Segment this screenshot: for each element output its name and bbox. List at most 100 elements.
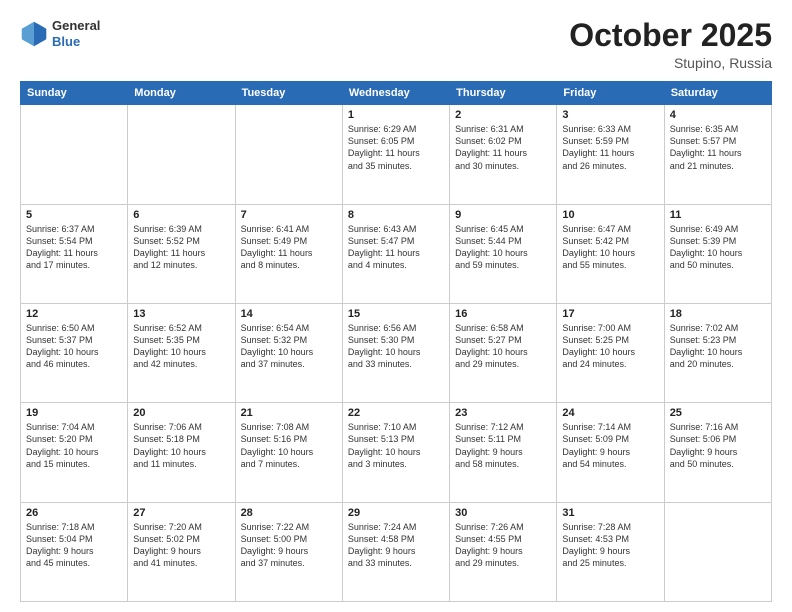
calendar-cell: 8 Sunrise: 6:43 AMSunset: 5:47 PMDaylight… (342, 204, 449, 303)
logo-text: General Blue (52, 18, 100, 49)
col-header-sunday: Sunday (21, 82, 128, 105)
cell-content: Sunrise: 6:50 AMSunset: 5:37 PMDaylight:… (26, 322, 122, 371)
day-number: 13 (133, 308, 229, 320)
calendar-cell: 19 Sunrise: 7:04 AMSunset: 5:20 PMDayligh… (21, 403, 128, 502)
cell-content: Sunrise: 7:22 AMSunset: 5:00 PMDaylight:… (241, 521, 337, 570)
calendar-cell: 23 Sunrise: 7:12 AMSunset: 5:11 PMDayligh… (450, 403, 557, 502)
cell-content: Sunrise: 6:39 AMSunset: 5:52 PMDaylight:… (133, 223, 229, 272)
day-number: 28 (241, 507, 337, 519)
cell-content: Sunrise: 6:41 AMSunset: 5:49 PMDaylight:… (241, 223, 337, 272)
calendar-week-row: 12 Sunrise: 6:50 AMSunset: 5:37 PMDayligh… (21, 303, 772, 402)
calendar-cell: 31 Sunrise: 7:28 AMSunset: 4:53 PMDayligh… (557, 502, 664, 601)
header: General Blue October 2025 Stupino, Russi… (20, 18, 772, 71)
cell-content: Sunrise: 7:14 AMSunset: 5:09 PMDaylight:… (562, 421, 658, 470)
cell-content: Sunrise: 7:26 AMSunset: 4:55 PMDaylight:… (455, 521, 551, 570)
calendar-cell: 24 Sunrise: 7:14 AMSunset: 5:09 PMDayligh… (557, 403, 664, 502)
cell-content: Sunrise: 7:10 AMSunset: 5:13 PMDaylight:… (348, 421, 444, 470)
day-number: 10 (562, 209, 658, 221)
calendar-week-row: 26 Sunrise: 7:18 AMSunset: 5:04 PMDayligh… (21, 502, 772, 601)
cell-content: Sunrise: 7:00 AMSunset: 5:25 PMDaylight:… (562, 322, 658, 371)
cell-content: Sunrise: 6:58 AMSunset: 5:27 PMDaylight:… (455, 322, 551, 371)
calendar-cell: 2 Sunrise: 6:31 AMSunset: 6:02 PMDaylight… (450, 105, 557, 204)
title-block: October 2025 Stupino, Russia (569, 18, 772, 71)
calendar-week-row: 5Sunrise: 6:37 AMSunset: 5:54 PMDaylight… (21, 204, 772, 303)
calendar-cell: 25 Sunrise: 7:16 AMSunset: 5:06 PMDayligh… (664, 403, 771, 502)
calendar-header-row: SundayMondayTuesdayWednesdayThursdayFrid… (21, 82, 772, 105)
calendar-cell: 30 Sunrise: 7:26 AMSunset: 4:55 PMDayligh… (450, 502, 557, 601)
cell-content: Sunrise: 7:20 AMSunset: 5:02 PMDaylight:… (133, 521, 229, 570)
calendar-cell: 26 Sunrise: 7:18 AMSunset: 5:04 PMDayligh… (21, 502, 128, 601)
calendar-table: SundayMondayTuesdayWednesdayThursdayFrid… (20, 81, 772, 602)
day-number: 6 (133, 209, 229, 221)
day-number: 16 (455, 308, 551, 320)
cell-content: Sunrise: 6:43 AMSunset: 5:47 PMDaylight:… (348, 223, 444, 272)
day-number: 2 (455, 109, 551, 121)
cell-content: Sunrise: 6:45 AMSunset: 5:44 PMDaylight:… (455, 223, 551, 272)
cell-content: Sunrise: 6:56 AMSunset: 5:30 PMDaylight:… (348, 322, 444, 371)
day-number: 4 (670, 109, 766, 121)
cell-content: Sunrise: 7:16 AMSunset: 5:06 PMDaylight:… (670, 421, 766, 470)
cell-content: Sunrise: 7:08 AMSunset: 5:16 PMDaylight:… (241, 421, 337, 470)
day-number: 31 (562, 507, 658, 519)
calendar-cell: 15 Sunrise: 6:56 AMSunset: 5:30 PMDayligh… (342, 303, 449, 402)
day-number: 21 (241, 407, 337, 419)
day-number: 14 (241, 308, 337, 320)
page: General Blue October 2025 Stupino, Russi… (0, 0, 792, 612)
cell-content: Sunrise: 6:49 AMSunset: 5:39 PMDaylight:… (670, 223, 766, 272)
day-number: 18 (670, 308, 766, 320)
cell-content: Sunrise: 7:28 AMSunset: 4:53 PMDaylight:… (562, 521, 658, 570)
calendar-cell: 29 Sunrise: 7:24 AMSunset: 4:58 PMDayligh… (342, 502, 449, 601)
calendar-cell (235, 105, 342, 204)
day-number: 5 (26, 209, 122, 221)
day-number: 7 (241, 209, 337, 221)
cell-content: Sunrise: 7:06 AMSunset: 5:18 PMDaylight:… (133, 421, 229, 470)
day-number: 19 (26, 407, 122, 419)
day-number: 9 (455, 209, 551, 221)
calendar-cell: 11Sunrise: 6:49 AMSunset: 5:39 PMDayligh… (664, 204, 771, 303)
day-number: 22 (348, 407, 444, 419)
col-header-saturday: Saturday (664, 82, 771, 105)
cell-content: Sunrise: 6:33 AMSunset: 5:59 PMDaylight:… (562, 123, 658, 172)
calendar-cell: 4 Sunrise: 6:35 AMSunset: 5:57 PMDaylight… (664, 105, 771, 204)
calendar-cell: 12 Sunrise: 6:50 AMSunset: 5:37 PMDayligh… (21, 303, 128, 402)
cell-content: Sunrise: 7:04 AMSunset: 5:20 PMDaylight:… (26, 421, 122, 470)
cell-content: Sunrise: 6:31 AMSunset: 6:02 PMDaylight:… (455, 123, 551, 172)
calendar-cell: 1Sunrise: 6:29 AMSunset: 6:05 PMDaylight… (342, 105, 449, 204)
calendar-cell (21, 105, 128, 204)
day-number: 20 (133, 407, 229, 419)
calendar-cell: 6 Sunrise: 6:39 AMSunset: 5:52 PMDaylight… (128, 204, 235, 303)
calendar-cell: 14Sunrise: 6:54 AMSunset: 5:32 PMDayligh… (235, 303, 342, 402)
day-number: 23 (455, 407, 551, 419)
calendar-cell: 28 Sunrise: 7:22 AMSunset: 5:00 PMDayligh… (235, 502, 342, 601)
cell-content: Sunrise: 7:18 AMSunset: 5:04 PMDaylight:… (26, 521, 122, 570)
col-header-wednesday: Wednesday (342, 82, 449, 105)
calendar-cell: 20 Sunrise: 7:06 AMSunset: 5:18 PMDayligh… (128, 403, 235, 502)
calendar-cell: 17Sunrise: 7:00 AMSunset: 5:25 PMDayligh… (557, 303, 664, 402)
month-title: October 2025 (569, 18, 772, 53)
cell-content: Sunrise: 7:12 AMSunset: 5:11 PMDaylight:… (455, 421, 551, 470)
col-header-thursday: Thursday (450, 82, 557, 105)
calendar-cell (128, 105, 235, 204)
logo: General Blue (20, 18, 100, 49)
cell-content: Sunrise: 7:02 AMSunset: 5:23 PMDaylight:… (670, 322, 766, 371)
cell-content: Sunrise: 7:24 AMSunset: 4:58 PMDaylight:… (348, 521, 444, 570)
day-number: 24 (562, 407, 658, 419)
calendar-week-row: 19 Sunrise: 7:04 AMSunset: 5:20 PMDayligh… (21, 403, 772, 502)
col-header-tuesday: Tuesday (235, 82, 342, 105)
calendar-cell: 5Sunrise: 6:37 AMSunset: 5:54 PMDaylight… (21, 204, 128, 303)
cell-content: Sunrise: 6:35 AMSunset: 5:57 PMDaylight:… (670, 123, 766, 172)
day-number: 1 (348, 109, 444, 121)
cell-content: Sunrise: 6:52 AMSunset: 5:35 PMDaylight:… (133, 322, 229, 371)
day-number: 30 (455, 507, 551, 519)
col-header-monday: Monday (128, 82, 235, 105)
day-number: 25 (670, 407, 766, 419)
col-header-friday: Friday (557, 82, 664, 105)
day-number: 12 (26, 308, 122, 320)
calendar-cell: 13 Sunrise: 6:52 AMSunset: 5:35 PMDayligh… (128, 303, 235, 402)
day-number: 26 (26, 507, 122, 519)
location-subtitle: Stupino, Russia (569, 55, 772, 71)
day-number: 27 (133, 507, 229, 519)
day-number: 8 (348, 209, 444, 221)
day-number: 29 (348, 507, 444, 519)
day-number: 15 (348, 308, 444, 320)
